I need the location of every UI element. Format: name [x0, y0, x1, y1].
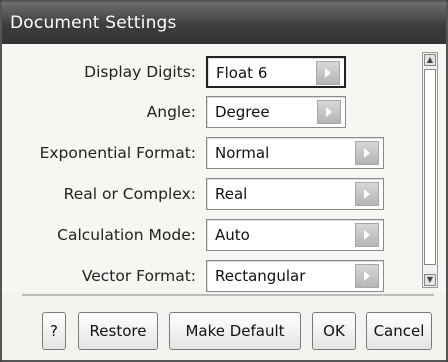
display-digits-value: Float 6	[216, 64, 268, 82]
calculation-mode-value: Auto	[215, 226, 250, 244]
setting-row-angle: Angle: Degree	[2, 96, 422, 128]
dropdown-arrow-icon[interactable]	[316, 61, 340, 85]
setting-row-exponential-format: Exponential Format: Normal	[2, 137, 422, 169]
dropdown-arrow-icon[interactable]	[355, 223, 379, 247]
ok-button[interactable]: OK	[312, 312, 356, 350]
document-settings-dialog: Document Settings Display Digits: Float …	[0, 0, 448, 362]
display-digits-select[interactable]: Float 6	[206, 56, 346, 88]
make-default-button[interactable]: Make Default	[169, 312, 301, 350]
vector-format-select[interactable]: Rectangular	[206, 260, 384, 292]
exponential-format-value: Normal	[215, 144, 270, 162]
vector-format-value: Rectangular	[215, 267, 306, 285]
dropdown-arrow-icon[interactable]	[355, 182, 379, 206]
cancel-button[interactable]: Cancel	[366, 312, 432, 350]
setting-label-exponential-format: Exponential Format:	[39, 144, 196, 162]
scroll-up-icon[interactable]: ▲	[424, 54, 436, 66]
scroll-down-icon[interactable]: ▼	[424, 274, 436, 286]
angle-select[interactable]: Degree	[206, 96, 346, 128]
angle-value: Degree	[215, 103, 270, 121]
setting-label-vector-format: Vector Format:	[81, 267, 196, 285]
setting-row-vector-format: Vector Format: Rectangular	[2, 260, 422, 292]
calculation-mode-select[interactable]: Auto	[206, 219, 384, 251]
footer-divider	[22, 294, 434, 296]
setting-label-angle: Angle:	[146, 103, 196, 121]
settings-panel: Display Digits: Float 6 Angle: Degree Ex…	[2, 44, 446, 292]
setting-label-real-or-complex: Real or Complex:	[63, 185, 196, 203]
dropdown-arrow-icon[interactable]	[355, 141, 379, 165]
dialog-footer: ? Restore Make Default OK Cancel	[2, 302, 446, 358]
dialog-title: Document Settings	[2, 2, 446, 44]
scrollbar-thumb[interactable]	[424, 69, 436, 265]
setting-row-calculation-mode: Calculation Mode: Auto	[2, 219, 422, 251]
restore-button[interactable]: Restore	[78, 312, 158, 350]
real-or-complex-select[interactable]: Real	[206, 178, 384, 210]
dropdown-arrow-icon[interactable]	[317, 100, 341, 124]
exponential-format-select[interactable]: Normal	[206, 137, 384, 169]
setting-row-display-digits: Display Digits: Float 6	[2, 56, 422, 88]
help-button[interactable]: ?	[42, 312, 66, 350]
setting-label-display-digits: Display Digits:	[84, 63, 196, 81]
setting-row-real-or-complex: Real or Complex: Real	[2, 178, 422, 210]
real-or-complex-value: Real	[215, 185, 248, 203]
settings-scrollbar[interactable]: ▲ ▼	[422, 52, 438, 288]
setting-label-calculation-mode: Calculation Mode:	[57, 226, 196, 244]
dropdown-arrow-icon[interactable]	[355, 264, 379, 288]
